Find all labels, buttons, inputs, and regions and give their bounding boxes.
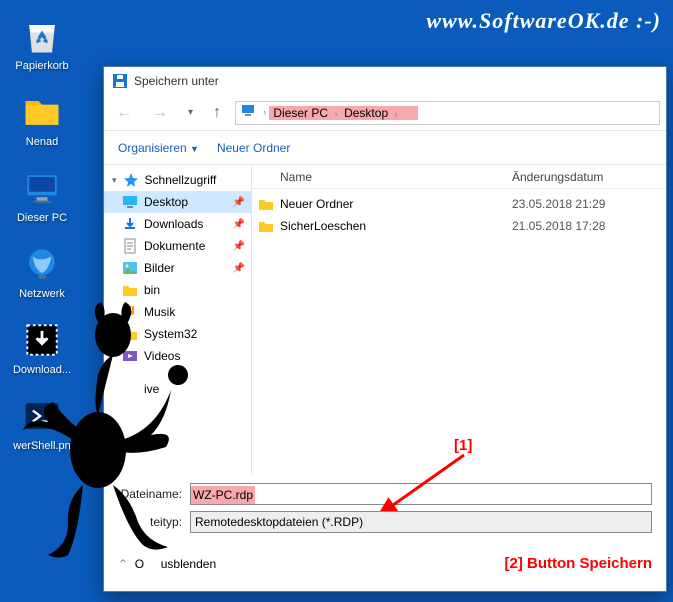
picture-icon — [122, 260, 138, 276]
save-as-dialog: Speichern unter ← → ▾ ↑ › Dieser PC › De… — [103, 66, 667, 592]
chevron-up-icon: ⌃ — [118, 557, 128, 571]
watermark-text: www.SoftwareOK.de :-) — [426, 8, 661, 34]
nav-up-button[interactable]: ↑ — [207, 102, 227, 124]
tree-root-quick-access[interactable]: ▾ Schnellzugriff — [104, 169, 251, 191]
desktop-icon-label: Netzwerk — [19, 288, 65, 300]
breadcrumb-item[interactable]: Dieser PC › Desktop › — [269, 106, 418, 120]
organize-menu[interactable]: Organisieren ▼ — [118, 141, 199, 155]
desktop-icon-network[interactable]: Netzwerk — [2, 242, 82, 300]
filename-label: Dateiname: — [118, 487, 190, 501]
desktop-icon-label: Papierkorb — [15, 60, 68, 72]
desktop-icon-recycle-bin[interactable]: Papierkorb — [2, 14, 82, 72]
filetype-combo[interactable]: Remotedesktopdateien (*.RDP) — [190, 511, 652, 533]
desktop-icon-user-folder[interactable]: Nenad — [2, 90, 82, 148]
chevron-down-icon: ▾ — [112, 175, 117, 186]
form-area: Dateiname: WZ-PC.rdp teityp: Remotedeskt… — [104, 475, 666, 545]
pin-icon: 📌 — [233, 263, 245, 274]
chevron-right-icon: › — [260, 107, 269, 118]
bottom-bar: ⌃ O usblenden [2] Button Speichern — [104, 545, 666, 582]
pin-icon: 📌 — [233, 197, 245, 208]
tree-item-pictures[interactable]: Bilder📌 — [104, 257, 251, 279]
folder-icon — [122, 326, 138, 342]
folder-icon — [122, 282, 138, 298]
desktop-icon-label: Nenad — [26, 136, 58, 148]
computer-icon — [20, 166, 64, 210]
desktop-icon-powershell[interactable]: werShell.pn — [2, 394, 82, 452]
navigation-bar: ← → ▾ ↑ › Dieser PC › Desktop › — [104, 95, 666, 131]
folder-icon — [252, 196, 280, 212]
annotation-1: [1] — [454, 437, 472, 454]
tree-item-downloads[interactable]: Downloads📌 — [104, 213, 251, 235]
dialog-toolbar: Organisieren ▼ Neuer Ordner — [104, 131, 666, 165]
desktop-icon-label: Download... — [13, 364, 71, 376]
tree-item-documents[interactable]: Dokumente📌 — [104, 235, 251, 257]
tree-item-music[interactable]: Musik — [104, 301, 251, 323]
chevron-down-icon: ▼ — [190, 144, 199, 154]
desktop-icon-this-pc[interactable]: Dieser PC — [2, 166, 82, 224]
music-icon — [122, 304, 138, 320]
computer-icon — [236, 102, 260, 123]
tree-item-system32[interactable]: System32 — [104, 323, 251, 345]
powershell-icon — [20, 394, 64, 438]
star-icon — [123, 172, 139, 188]
document-icon — [122, 238, 138, 254]
filename-input[interactable]: WZ-PC.rdp — [190, 483, 652, 505]
download-icon — [122, 216, 138, 232]
hide-folders-toggle[interactable]: ⌃ O usblenden — [118, 557, 216, 571]
tree-item-videos[interactable]: Videos — [104, 345, 251, 367]
tree-item-bin[interactable]: bin — [104, 279, 251, 301]
folder-icon — [20, 90, 64, 134]
desktop-icon-label: werShell.pn — [13, 440, 70, 452]
dialog-title: Speichern unter — [134, 74, 219, 88]
download-icon — [20, 318, 64, 362]
folder-icon — [252, 218, 280, 234]
filetype-label: teityp: — [118, 515, 190, 529]
file-list-area: Name Änderungsdatum Neuer Ordner 23.05.2… — [252, 165, 666, 475]
navigation-tree: ▾ Schnellzugriff Desktop📌 Downloads📌 Dok… — [104, 165, 252, 475]
column-headers: Name Änderungsdatum — [252, 165, 666, 189]
breadcrumb[interactable]: › Dieser PC › Desktop › — [235, 101, 660, 125]
tree-item-desktop[interactable]: Desktop📌 — [104, 191, 251, 213]
column-date[interactable]: Änderungsdatum — [512, 170, 666, 184]
column-name[interactable]: Name — [252, 170, 512, 184]
nav-back-button[interactable]: ← — [110, 102, 138, 124]
desktop-icon-download[interactable]: Download... — [2, 318, 82, 376]
annotation-2: [2] Button Speichern — [504, 555, 652, 572]
nav-recent-dropdown[interactable]: ▾ — [182, 105, 199, 120]
pin-icon: 📌 — [233, 241, 245, 252]
list-item[interactable]: SicherLoeschen 21.05.2018 17:28 — [252, 215, 666, 237]
tree-item-drive[interactable]: ive — [104, 379, 251, 399]
desktop-icon-label: Dieser PC — [17, 212, 67, 224]
desktop-icon — [122, 194, 138, 210]
recycle-bin-icon — [20, 14, 64, 58]
nav-forward-button[interactable]: → — [146, 102, 174, 124]
new-folder-button[interactable]: Neuer Ordner — [217, 141, 290, 155]
video-icon — [122, 348, 138, 364]
save-icon — [112, 73, 128, 89]
pin-icon: 📌 — [233, 219, 245, 230]
dialog-titlebar: Speichern unter — [104, 67, 666, 95]
network-icon — [20, 242, 64, 286]
list-item[interactable]: Neuer Ordner 23.05.2018 21:29 — [252, 193, 666, 215]
desktop-icons: Papierkorb Nenad Dieser PC Netzwerk Down… — [2, 14, 82, 470]
